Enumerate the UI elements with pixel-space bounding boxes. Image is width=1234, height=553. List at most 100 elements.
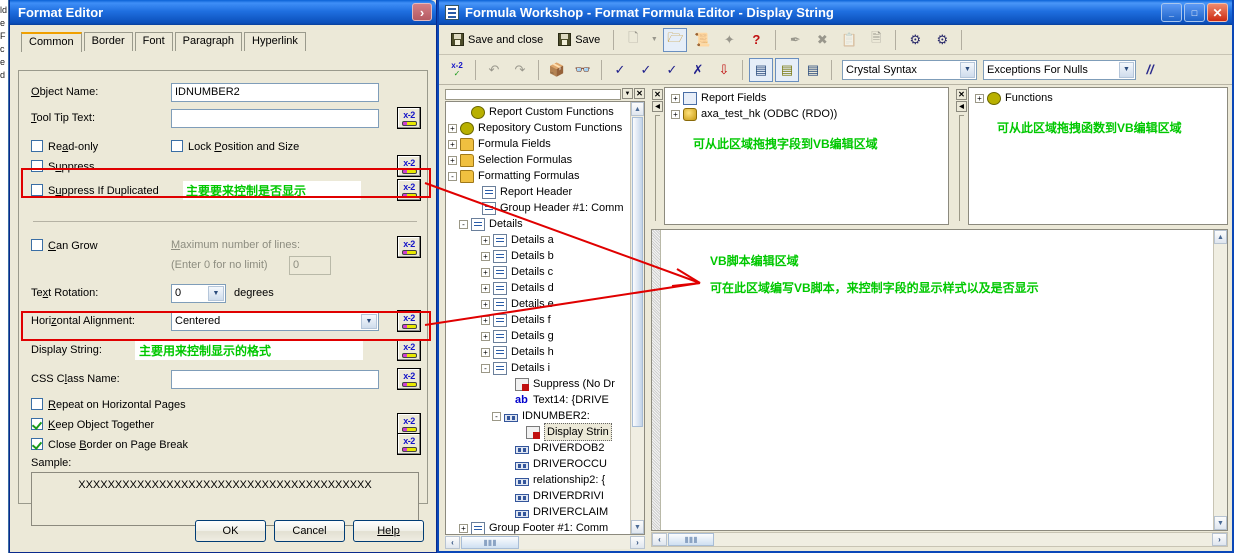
expander-plus-icon[interactable]: + bbox=[481, 267, 490, 277]
pane-grip[interactable] bbox=[655, 115, 660, 221]
repeat-horizontal-checkbox[interactable]: Repeat on Horizontal Pages bbox=[31, 397, 186, 411]
tree-node[interactable]: + Details e bbox=[448, 296, 644, 312]
expander-minus-icon[interactable]: - bbox=[492, 411, 501, 421]
tree-node[interactable]: - Details i bbox=[448, 360, 644, 376]
expander-minus-icon[interactable]: - bbox=[459, 219, 468, 229]
css-class-formula-button[interactable]: x-2 bbox=[397, 368, 421, 390]
scroll-right-button[interactable]: › bbox=[1212, 533, 1227, 546]
pane-dropdown-button[interactable]: ▼ bbox=[622, 88, 633, 99]
tree-node[interactable]: + Report Fields bbox=[671, 90, 948, 106]
syntax-select[interactable]: Crystal Syntax ▼ bbox=[842, 59, 977, 80]
paste-icon[interactable]: 📋 bbox=[837, 28, 861, 52]
wizard-icon[interactable]: ✦ bbox=[717, 28, 741, 52]
tree-node[interactable]: Display Strin bbox=[448, 423, 644, 441]
tree-node[interactable]: - IDNUMBER2: bbox=[448, 408, 644, 424]
expander-plus-icon[interactable]: + bbox=[481, 347, 490, 357]
expander-plus-icon[interactable]: + bbox=[481, 283, 490, 293]
formula-tree[interactable]: Report Custom Functions + Repository Custo… bbox=[445, 101, 645, 535]
expander-plus-icon[interactable]: + bbox=[481, 251, 490, 261]
tree-node[interactable]: + Details d bbox=[448, 280, 644, 296]
comment-toggle-icon[interactable]: // bbox=[1138, 58, 1162, 82]
expander-plus-icon[interactable]: + bbox=[975, 93, 984, 103]
readonly-checkbox[interactable]: Read-only bbox=[31, 139, 171, 153]
expander-plus-icon[interactable]: + bbox=[671, 93, 680, 103]
display-string-formula-button[interactable]: x-2 bbox=[397, 339, 421, 361]
expander-plus-icon[interactable]: + bbox=[481, 315, 490, 325]
suppress-if-duplicated-formula-button[interactable]: x-2 bbox=[397, 179, 421, 201]
redo-icon[interactable]: ↷ bbox=[508, 58, 532, 82]
tree-node[interactable]: + Details c bbox=[448, 264, 644, 280]
halign-formula-button[interactable]: x-2 bbox=[397, 310, 421, 332]
lock-position-checkbox[interactable]: Lock Position and Size bbox=[171, 139, 299, 153]
css-class-input[interactable] bbox=[171, 369, 379, 389]
vb-script-editor[interactable]: VB脚本编辑区域 可在此区域编写VB脚本，来控制字段的显示样式以及是否显示 ▲ … bbox=[651, 229, 1228, 531]
pane-grip[interactable] bbox=[959, 115, 964, 221]
sort-desc-icon[interactable]: ✓ bbox=[660, 58, 684, 82]
tree-node[interactable]: Report Custom Functions bbox=[448, 104, 644, 120]
tree-node[interactable]: + Details f bbox=[448, 312, 644, 328]
help-icon[interactable]: ? bbox=[744, 28, 768, 52]
scroll-thumb[interactable] bbox=[632, 117, 643, 427]
tree-node[interactable]: Suppress (No Dr bbox=[448, 376, 644, 392]
tree-node[interactable]: Group Header #1: Comm bbox=[448, 200, 644, 216]
object-name-input[interactable] bbox=[171, 82, 379, 102]
function-tree-icon[interactable]: ▤ bbox=[775, 57, 799, 82]
tab-font[interactable]: Font bbox=[134, 32, 173, 51]
find-icon[interactable]: 👓 bbox=[571, 58, 595, 82]
pane-collapse-button[interactable]: ◀ bbox=[956, 101, 967, 112]
save-and-close-button[interactable]: Save and close bbox=[445, 28, 549, 52]
duplicate-icon[interactable]: 🗎 bbox=[864, 28, 888, 52]
tree-node[interactable]: - Formatting Formulas bbox=[448, 168, 644, 184]
help-button[interactable]: Help bbox=[353, 520, 424, 542]
tooltip-text-input[interactable] bbox=[171, 108, 379, 128]
tab-hyperlink[interactable]: Hyperlink bbox=[244, 32, 306, 51]
close-border-checkbox[interactable]: Close Border on Page Break bbox=[31, 437, 188, 451]
nulls-select[interactable]: Exceptions For Nulls ▼ bbox=[983, 59, 1136, 80]
expander-plus-icon[interactable]: + bbox=[448, 155, 457, 165]
comment-icon[interactable]: ✗ bbox=[686, 58, 710, 82]
tree-node[interactable]: + Repository Custom Functions bbox=[448, 120, 644, 136]
expander-minus-icon[interactable]: - bbox=[448, 171, 457, 181]
close-icon[interactable]: › bbox=[412, 3, 432, 21]
tree-node[interactable]: + Details a bbox=[448, 232, 644, 248]
expander-plus-icon[interactable]: + bbox=[671, 109, 680, 119]
rename-icon[interactable]: ✒ bbox=[783, 28, 807, 52]
tree-node[interactable]: + Details b bbox=[448, 248, 644, 264]
expander-plus-icon[interactable]: + bbox=[448, 139, 457, 149]
maximize-button[interactable]: □ bbox=[1184, 3, 1205, 22]
text-rotation-select[interactable]: 0 ▼ bbox=[171, 283, 226, 303]
functions-tree[interactable]: + Functions 可从此区域拖拽函数到VB编辑区域 bbox=[968, 87, 1228, 225]
close-button[interactable]: ✕ bbox=[1207, 3, 1228, 22]
tab-border[interactable]: Border bbox=[83, 32, 133, 51]
scroll-down-button[interactable]: ▼ bbox=[631, 520, 644, 534]
can-grow-checkbox[interactable]: Can Grow bbox=[31, 238, 171, 252]
tree-node[interactable]: + Selection Formulas bbox=[448, 152, 644, 168]
scroll-thumb-h[interactable]: ▮▮▮ bbox=[668, 533, 714, 546]
suppress-formula-button[interactable]: x-2 bbox=[397, 155, 421, 177]
dropdown-arrow-icon[interactable]: ▼ bbox=[648, 28, 660, 52]
max-lines-input[interactable] bbox=[289, 255, 331, 275]
pane-collapse-button[interactable]: ◀ bbox=[652, 101, 663, 112]
scroll-up-button[interactable]: ▲ bbox=[631, 102, 644, 116]
tree-node[interactable]: DRIVEROCCU bbox=[448, 456, 644, 472]
keep-together-formula-button[interactable]: x-2 bbox=[397, 413, 421, 435]
expander-plus-icon[interactable]: + bbox=[448, 123, 457, 133]
suppress-checkbox[interactable]: Suppress bbox=[31, 159, 171, 173]
new-formula-icon[interactable]: 🗋 bbox=[621, 28, 645, 52]
tree-vertical-scrollbar[interactable]: ▲ ▼ bbox=[630, 102, 644, 534]
keep-object-together-checkbox[interactable]: Keep Object Together bbox=[31, 417, 154, 431]
expander-plus-icon[interactable]: + bbox=[481, 299, 490, 309]
horizontal-alignment-select[interactable]: Centered ▼ bbox=[171, 311, 379, 331]
expander-plus-icon[interactable]: + bbox=[481, 235, 490, 245]
open-folder-icon[interactable]: 🗁 bbox=[663, 27, 688, 52]
custom-function-icon[interactable]: ⚙ bbox=[903, 28, 927, 52]
scroll-up-button[interactable]: ▲ bbox=[1214, 230, 1227, 244]
scroll-left-button[interactable]: ‹ bbox=[652, 533, 667, 546]
tree-node[interactable]: + axa_test_hk (ODBC (RDO)) bbox=[671, 106, 948, 122]
ok-button[interactable]: OK bbox=[195, 520, 266, 542]
tree-node[interactable]: relationship2: { bbox=[448, 472, 644, 488]
operator-tree-icon[interactable]: ▤ bbox=[801, 58, 825, 82]
tab-paragraph[interactable]: Paragraph bbox=[174, 32, 243, 51]
tab-common[interactable]: Common bbox=[21, 32, 82, 52]
editor-horizontal-scrollbar[interactable]: ‹ ▮▮▮ › bbox=[651, 532, 1228, 547]
